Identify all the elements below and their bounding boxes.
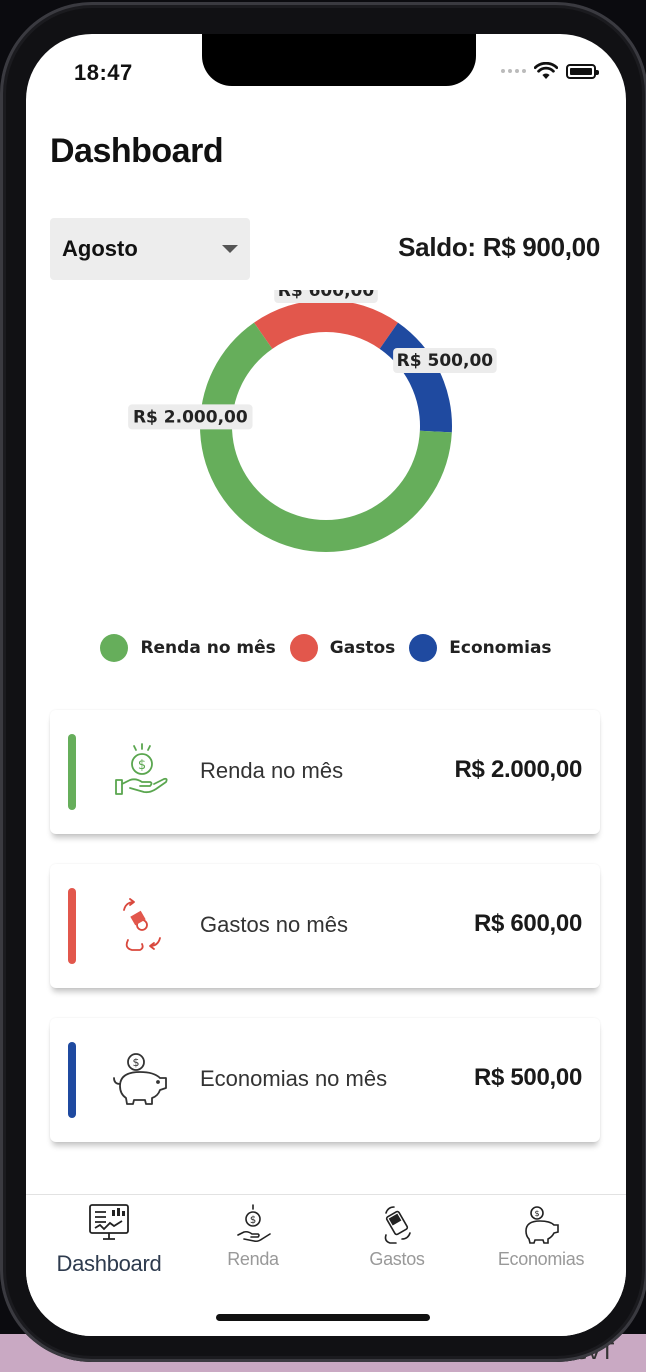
svg-text:R$ 600,00: R$ 600,00 [278, 290, 375, 301]
legend-swatch-economias [409, 634, 438, 662]
battery-icon [566, 63, 599, 79]
status-time: 18:47 [74, 60, 133, 85]
card-gastos-accent-bar [68, 888, 76, 964]
svg-text:R$ 500,00: R$ 500,00 [397, 351, 494, 371]
card-renda-amount: R$ 2.000,00 [454, 756, 583, 783]
notch [202, 34, 476, 86]
chart-legend: Renda no mês Gastos Economias [26, 634, 626, 662]
spending-icon [123, 898, 161, 951]
card-economias-label: Economias no mês [200, 1066, 388, 1091]
tab-dashboard-label: Dashboard [56, 1251, 162, 1276]
wifi-icon [534, 62, 558, 79]
month-select[interactable]: Agosto [50, 218, 250, 280]
piggy-bank-icon: $ [113, 1053, 167, 1105]
app-stage: DevT 18:47 Dashboard Agosto Saldo: R$ 90… [0, 0, 646, 1372]
legend-item-economias[interactable]: Economias [409, 634, 552, 662]
svg-text:$: $ [138, 758, 146, 773]
legend-label-gastos: Gastos [329, 638, 396, 658]
hand-money-icon: $ [115, 743, 168, 795]
phone-screen: 18:47 Dashboard Agosto Saldo: R$ 900,00 … [26, 34, 626, 1336]
svg-text:$: $ [133, 1056, 140, 1069]
legend-swatch-gastos [289, 634, 318, 662]
data-label-economias: R$ 500,00 [393, 347, 497, 373]
donut-slice-gastos[interactable] [254, 300, 398, 349]
tab-economias-label: Economias [497, 1249, 585, 1269]
svg-text:R$ 2.000,00: R$ 2.000,00 [133, 407, 248, 427]
tab-economias[interactable]: $ Economias [466, 1203, 616, 1293]
svg-text:$: $ [534, 1209, 539, 1218]
monitor-chart-icon [89, 1204, 129, 1240]
legend-swatch-renda [100, 634, 129, 662]
legend-label-renda: Renda no mês [140, 638, 276, 658]
card-gastos[interactable]: Gastos no mês R$ 600,00 [50, 864, 600, 988]
donut-chart-svg: R$ 600,00 R$ 500,00 R$ 2.000,00 [128, 278, 497, 552]
tab-dashboard[interactable]: Dashboard [34, 1203, 184, 1293]
page-title: Dashboard [50, 132, 224, 170]
card-economias-amount: R$ 500,00 [473, 1064, 582, 1091]
month-select-value: Agosto [62, 236, 138, 261]
home-indicator [216, 1314, 430, 1321]
piggy-bank-icon: $ [525, 1206, 559, 1244]
tab-renda[interactable]: $ Renda [178, 1203, 328, 1293]
legend-item-renda[interactable]: Renda no mês [100, 634, 276, 662]
spending-icon [384, 1206, 411, 1244]
chevron-down-icon [222, 245, 238, 253]
card-renda-label: Renda no mês [200, 758, 344, 783]
tab-gastos-label: Gastos [369, 1249, 425, 1269]
status-icons [501, 62, 599, 80]
card-economias-accent-bar [68, 1042, 76, 1118]
card-renda-accent-bar [68, 734, 76, 810]
card-gastos-label: Gastos no mês [200, 912, 348, 937]
card-economias[interactable]: $ Economias no mês R$ 500,00 [50, 1018, 600, 1142]
card-renda[interactable]: $ Renda no mês R$ 2.000,00 [50, 710, 600, 834]
card-gastos-amount: R$ 600,00 [473, 910, 582, 937]
balance-text: Saldo: R$ 900,00 [398, 232, 600, 262]
hand-money-icon: $ [237, 1204, 271, 1243]
data-label-gastos: R$ 600,00 [274, 278, 378, 303]
data-label-renda: R$ 2.000,00 [128, 404, 253, 430]
tab-gastos[interactable]: Gastos [322, 1203, 472, 1293]
legend-item-gastos[interactable]: Gastos [289, 634, 396, 662]
legend-label-economias: Economias [449, 638, 552, 658]
donut-slice-economias[interactable] [379, 322, 453, 433]
tab-renda-label: Renda [227, 1249, 279, 1269]
svg-text:$: $ [250, 1215, 256, 1226]
cellular-signal-icon [501, 69, 526, 73]
donut-chart: R$ 600,00 R$ 500,00 R$ 2.000,00 [26, 278, 626, 590]
